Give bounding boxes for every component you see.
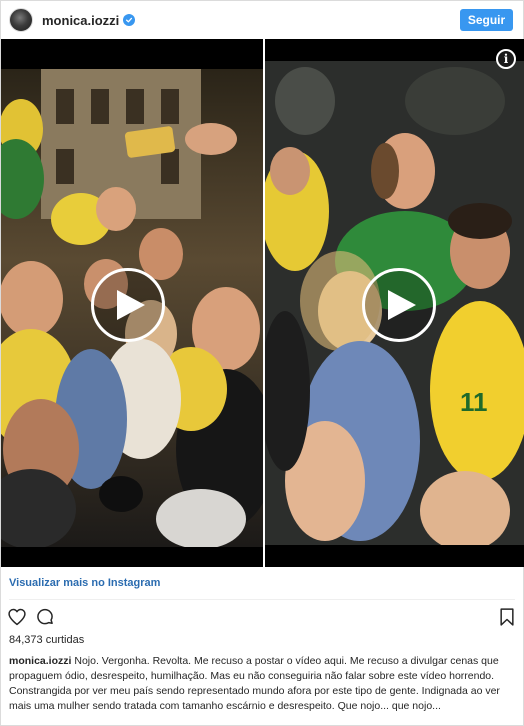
post-media: 11 i xyxy=(1,39,524,567)
username[interactable]: monica.iozzi xyxy=(42,13,119,28)
caption: monica.iozzi Nojo. Vergonha. Revolta. Me… xyxy=(9,654,519,714)
video-right[interactable]: 11 i xyxy=(265,39,524,567)
caption-username[interactable]: monica.iozzi xyxy=(9,655,71,667)
verified-badge-icon xyxy=(123,14,136,26)
play-icon xyxy=(387,290,416,320)
view-more-on-instagram-link[interactable]: Visualizar mais no Instagram xyxy=(9,577,160,589)
divider xyxy=(9,599,515,600)
info-icon[interactable]: i xyxy=(496,49,516,69)
action-bar xyxy=(7,607,519,629)
play-icon xyxy=(116,290,145,320)
bookmark-icon[interactable] xyxy=(498,607,516,627)
follow-button[interactable]: Seguir xyxy=(460,9,513,31)
likes-count: 84,373 curtidas xyxy=(9,634,85,646)
avatar[interactable] xyxy=(9,8,33,32)
caption-text: Nojo. Vergonha. Revolta. Me recuso a pos… xyxy=(9,655,500,712)
heart-icon[interactable] xyxy=(7,607,27,627)
svg-text:11: 11 xyxy=(460,387,488,417)
play-button[interactable] xyxy=(91,268,165,342)
play-button[interactable] xyxy=(362,268,436,342)
instagram-post: monica.iozzi Seguir 11 i Visualizar mais… xyxy=(0,0,524,726)
post-header: monica.iozzi Seguir xyxy=(1,1,523,39)
video-left[interactable] xyxy=(1,39,263,567)
comment-icon[interactable] xyxy=(35,607,55,627)
